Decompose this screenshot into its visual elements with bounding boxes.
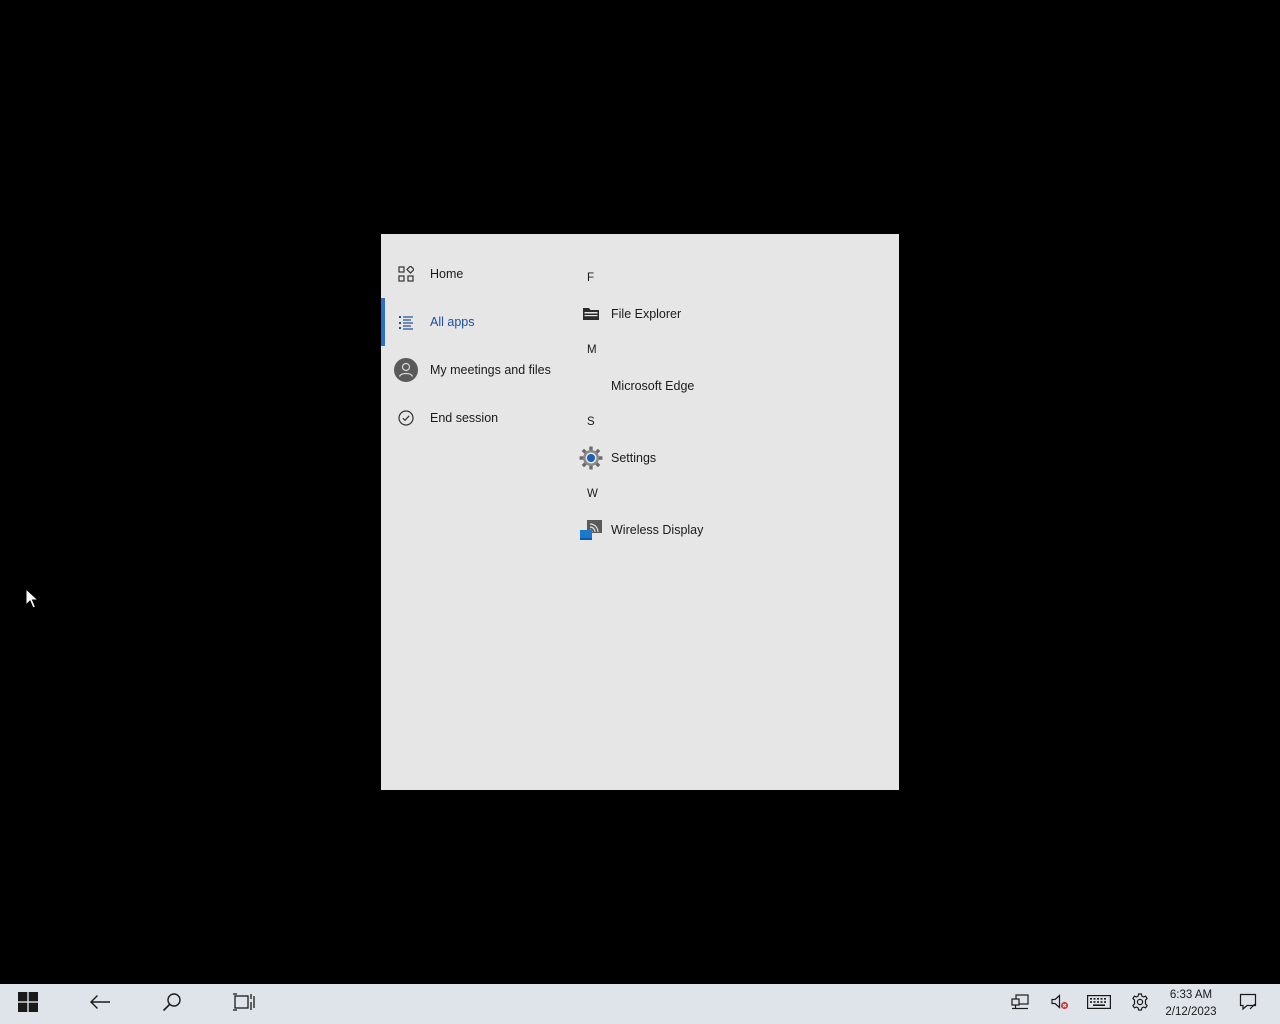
search-icon [162,992,182,1017]
nav-item-all-apps[interactable]: All apps [381,298,571,346]
volume-muted-icon [1051,993,1069,1015]
start-button[interactable] [0,984,56,1024]
nav-item-my-meetings-and-files[interactable]: My meetings and files [381,346,571,394]
check-circle-icon [396,408,416,428]
settings-tray-button[interactable] [1124,984,1156,1024]
clock-time: 6:33 AM [1169,989,1213,1001]
taskbar: 6:33 AM 2/12/2023 [0,984,1280,1024]
app-settings[interactable]: Settings [577,440,877,476]
app-label: Microsoft Edge [611,379,695,393]
back-button[interactable] [72,984,128,1024]
nav-item-home[interactable]: Home [381,250,571,298]
network-icon [1011,993,1029,1015]
avatar-icon [394,358,418,382]
all-apps-list: F File Explorer M Microsoft Edge S Setti… [577,260,877,548]
start-menu: Home All apps My meetings and files End … [381,234,899,790]
nav-item-label: All apps [430,315,475,329]
nav-item-label: Home [430,267,464,281]
taskbar-clock[interactable]: 6:33 AM 2/12/2023 [1162,987,1220,1021]
nav-item-label: My meetings and files [430,363,551,377]
start-menu-nav: Home All apps My meetings and files End … [381,250,571,442]
nav-item-label: End session [430,411,499,425]
clock-date: 2/12/2023 [1165,1006,1217,1018]
app-label: Settings [611,451,657,465]
keyboard-icon [1087,994,1111,1014]
network-tray-button[interactable] [1004,984,1036,1024]
volume-tray-button[interactable] [1044,984,1076,1024]
app-label: File Explorer [611,307,682,321]
settings-gear-icon [579,446,603,470]
group-letter-w[interactable]: W [577,476,877,512]
search-button[interactable] [144,984,200,1024]
action-center-button[interactable] [1232,984,1264,1024]
task-view-button[interactable] [216,984,272,1024]
gear-icon [1131,992,1149,1016]
notification-icon [1239,993,1257,1016]
touch-keyboard-button[interactable] [1082,984,1116,1024]
app-file-explorer[interactable]: File Explorer [577,296,877,332]
file-explorer-icon [579,303,603,325]
app-wireless-display[interactable]: Wireless Display [577,512,877,548]
list-icon [396,312,416,332]
windows-logo-icon [18,991,38,1017]
wireless-display-icon [579,519,603,541]
app-label: Wireless Display [611,523,704,537]
task-view-icon [233,992,255,1016]
mouse-cursor-icon [25,587,40,610]
group-letter-s[interactable]: S [577,404,877,440]
home-grid-icon [396,264,416,284]
back-arrow-icon [89,994,111,1015]
group-letter-m[interactable]: M [577,332,877,368]
app-microsoft-edge[interactable]: Microsoft Edge [577,368,877,404]
edge-icon [579,375,603,397]
group-letter-f[interactable]: F [577,260,877,296]
nav-item-end-session[interactable]: End session [381,394,571,442]
